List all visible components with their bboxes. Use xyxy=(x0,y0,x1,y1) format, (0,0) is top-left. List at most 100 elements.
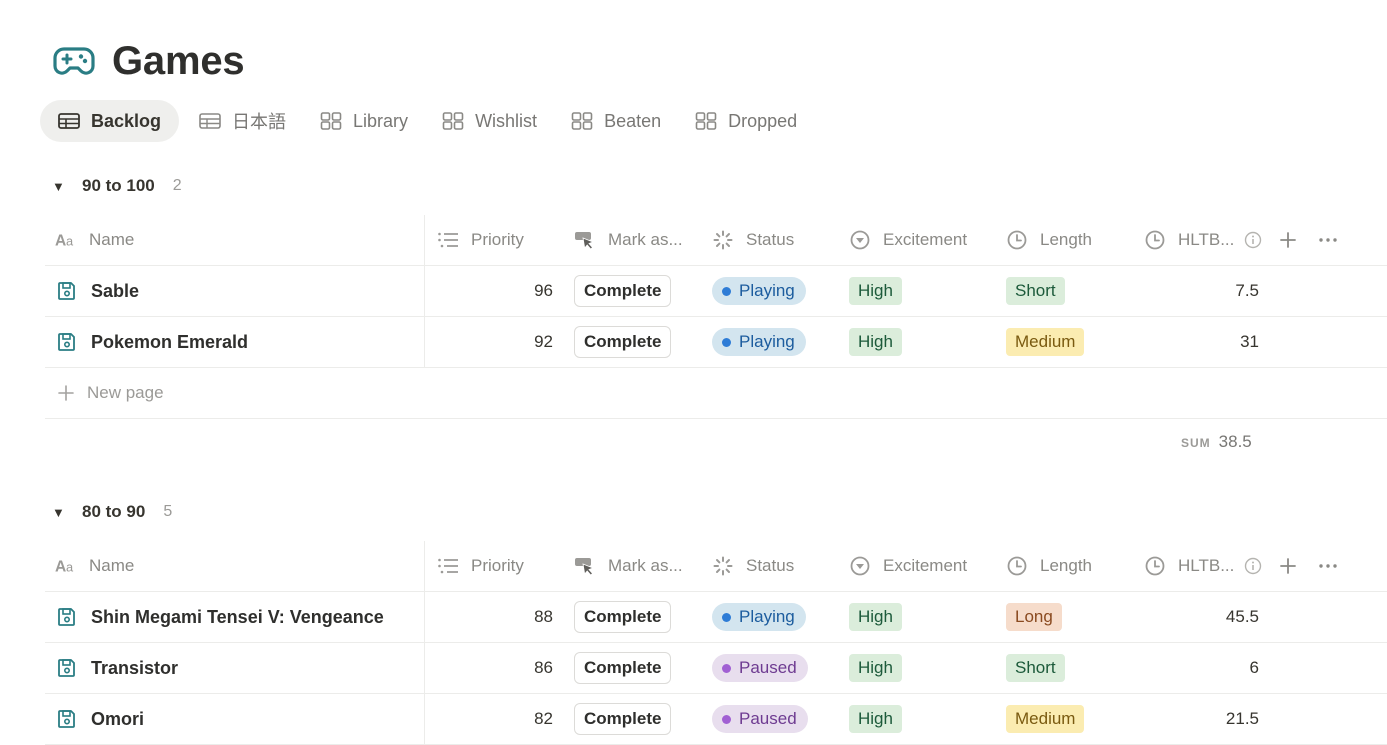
sum-calculation[interactable]: SUM 38.5 xyxy=(1181,432,1252,452)
group-count: 2 xyxy=(172,177,182,194)
gallery-icon xyxy=(320,112,342,130)
name-cell[interactable]: Sable xyxy=(45,266,425,316)
complete-button[interactable]: Complete xyxy=(574,601,672,633)
status-badge: Playing xyxy=(712,277,806,305)
hltb-value: 45.5 xyxy=(1225,607,1259,626)
column-header-name[interactable]: Aa Name xyxy=(45,215,425,265)
column-header-length[interactable]: Length xyxy=(1006,215,1092,265)
status-dot xyxy=(722,286,731,296)
complete-button-cell: Complete xyxy=(574,643,672,693)
plus-icon xyxy=(1278,556,1298,576)
column-header-hltb[interactable]: HLTB... xyxy=(1144,215,1262,265)
status-cell[interactable]: Playing xyxy=(712,317,806,367)
column-header-mark-as[interactable]: Mark as... xyxy=(574,541,683,591)
save-disk-icon xyxy=(57,708,79,730)
table-row[interactable]: Pokemon Emerald 92 Complete Playing High… xyxy=(45,317,1387,368)
excitement-cell[interactable]: High xyxy=(849,592,902,642)
excitement-cell[interactable]: High xyxy=(849,643,902,693)
more-options-button[interactable] xyxy=(1318,541,1338,591)
table-row[interactable]: Sable 96 Complete Playing High Short 7.5 xyxy=(45,266,1387,317)
tab-japanese[interactable]: 日本語 xyxy=(181,100,300,142)
new-page-button[interactable]: New page xyxy=(57,368,164,418)
column-header-status[interactable]: Status xyxy=(712,541,794,591)
excitement-tag: High xyxy=(849,603,902,631)
excitement-cell[interactable]: High xyxy=(849,266,902,316)
tab-label: Library xyxy=(353,110,409,131)
column-header-status[interactable]: Status xyxy=(712,215,794,265)
tab-wishlist[interactable]: Wishlist xyxy=(424,100,551,142)
complete-button[interactable]: Complete xyxy=(574,652,672,684)
name-cell[interactable]: Omori xyxy=(45,694,425,744)
tab-beaten[interactable]: Beaten xyxy=(553,100,675,142)
number-list-icon xyxy=(437,556,459,576)
table-header-row: Aa Name Priority Mark as... Status Excit… xyxy=(45,540,1387,592)
column-header-excitement[interactable]: Excitement xyxy=(849,215,967,265)
table-icon xyxy=(58,112,80,130)
group-header[interactable]: ▼ 90 to 100 2 xyxy=(52,172,182,200)
table-row[interactable]: Transistor 86 Complete Paused High Short… xyxy=(45,643,1387,694)
length-cell[interactable]: Medium xyxy=(1006,317,1085,367)
ellipsis-icon xyxy=(1318,230,1338,250)
column-header-length[interactable]: Length xyxy=(1006,541,1092,591)
excitement-cell[interactable]: High xyxy=(849,317,902,367)
plus-icon xyxy=(57,384,75,402)
tab-dropped[interactable]: Dropped xyxy=(677,100,811,142)
complete-button[interactable]: Complete xyxy=(574,275,672,307)
status-badge: Playing xyxy=(712,328,806,356)
column-header-hltb[interactable]: HLTB... xyxy=(1144,541,1262,591)
svg-text:A: A xyxy=(55,559,66,576)
status-loader-icon xyxy=(712,556,734,576)
table-row[interactable]: Omori 82 Complete Paused High Medium 21.… xyxy=(45,694,1387,745)
tab-library[interactable]: Library xyxy=(302,100,422,142)
collapse-triangle-icon[interactable]: ▼ xyxy=(52,179,74,194)
sum-label: SUM xyxy=(1181,436,1211,450)
complete-button[interactable]: Complete xyxy=(574,703,672,735)
new-page-row[interactable]: New page xyxy=(45,368,1387,419)
length-cell[interactable]: Short xyxy=(1006,643,1065,693)
status-cell[interactable]: Playing xyxy=(712,266,806,316)
length-cell[interactable]: Short xyxy=(1006,266,1065,316)
length-cell[interactable]: Long xyxy=(1006,592,1062,642)
add-property-button[interactable] xyxy=(1278,215,1298,265)
add-property-button[interactable] xyxy=(1278,541,1298,591)
name-cell[interactable]: Transistor xyxy=(45,643,425,693)
column-header-name[interactable]: Aa Name xyxy=(45,541,425,591)
length-cell[interactable]: Medium xyxy=(1006,694,1085,744)
gamepad-icon[interactable] xyxy=(52,39,96,83)
select-chevron-icon xyxy=(849,230,871,250)
save-disk-icon xyxy=(57,331,79,353)
status-cell[interactable]: Paused xyxy=(712,694,808,744)
info-icon[interactable] xyxy=(1244,231,1262,249)
tab-label: Beaten xyxy=(604,110,662,131)
column-header-excitement[interactable]: Excitement xyxy=(849,541,967,591)
priority-value: 86 xyxy=(534,658,553,677)
group-header[interactable]: ▼ 80 to 90 5 xyxy=(52,498,172,526)
info-icon[interactable] xyxy=(1244,557,1262,575)
collapse-triangle-icon[interactable]: ▼ xyxy=(52,505,74,520)
column-header-mark-as[interactable]: Mark as... xyxy=(574,215,683,265)
column-header-priority[interactable]: Priority xyxy=(437,541,524,591)
hltb-value: 21.5 xyxy=(1225,709,1259,728)
excitement-tag: High xyxy=(849,277,902,305)
status-cell[interactable]: Playing xyxy=(712,592,806,642)
complete-button[interactable]: Complete xyxy=(574,326,672,358)
name-cell[interactable]: Pokemon Emerald xyxy=(45,317,425,367)
table-header-row: Aa Name Priority Mark as... Status Excit… xyxy=(45,214,1387,266)
excitement-cell[interactable]: High xyxy=(849,694,902,744)
status-dot xyxy=(722,714,731,724)
plus-icon xyxy=(1278,230,1298,250)
page-title: Games xyxy=(112,38,245,83)
gallery-icon xyxy=(571,112,593,130)
more-options-button[interactable] xyxy=(1318,215,1338,265)
length-tag: Long xyxy=(1006,603,1062,631)
status-dot xyxy=(722,663,731,673)
status-badge: Paused xyxy=(712,654,808,682)
name-cell[interactable]: Shin Megami Tensei V: Vengeance xyxy=(45,592,425,642)
table-row[interactable]: Shin Megami Tensei V: Vengeance 88 Compl… xyxy=(45,592,1387,643)
complete-button-cell: Complete xyxy=(574,592,672,642)
database-table: Aa Name Priority Mark as... Status Excit… xyxy=(45,214,1387,419)
excitement-tag: High xyxy=(849,654,902,682)
column-header-priority[interactable]: Priority xyxy=(437,215,524,265)
status-cell[interactable]: Paused xyxy=(712,643,808,693)
tab-backlog[interactable]: Backlog xyxy=(40,100,180,142)
